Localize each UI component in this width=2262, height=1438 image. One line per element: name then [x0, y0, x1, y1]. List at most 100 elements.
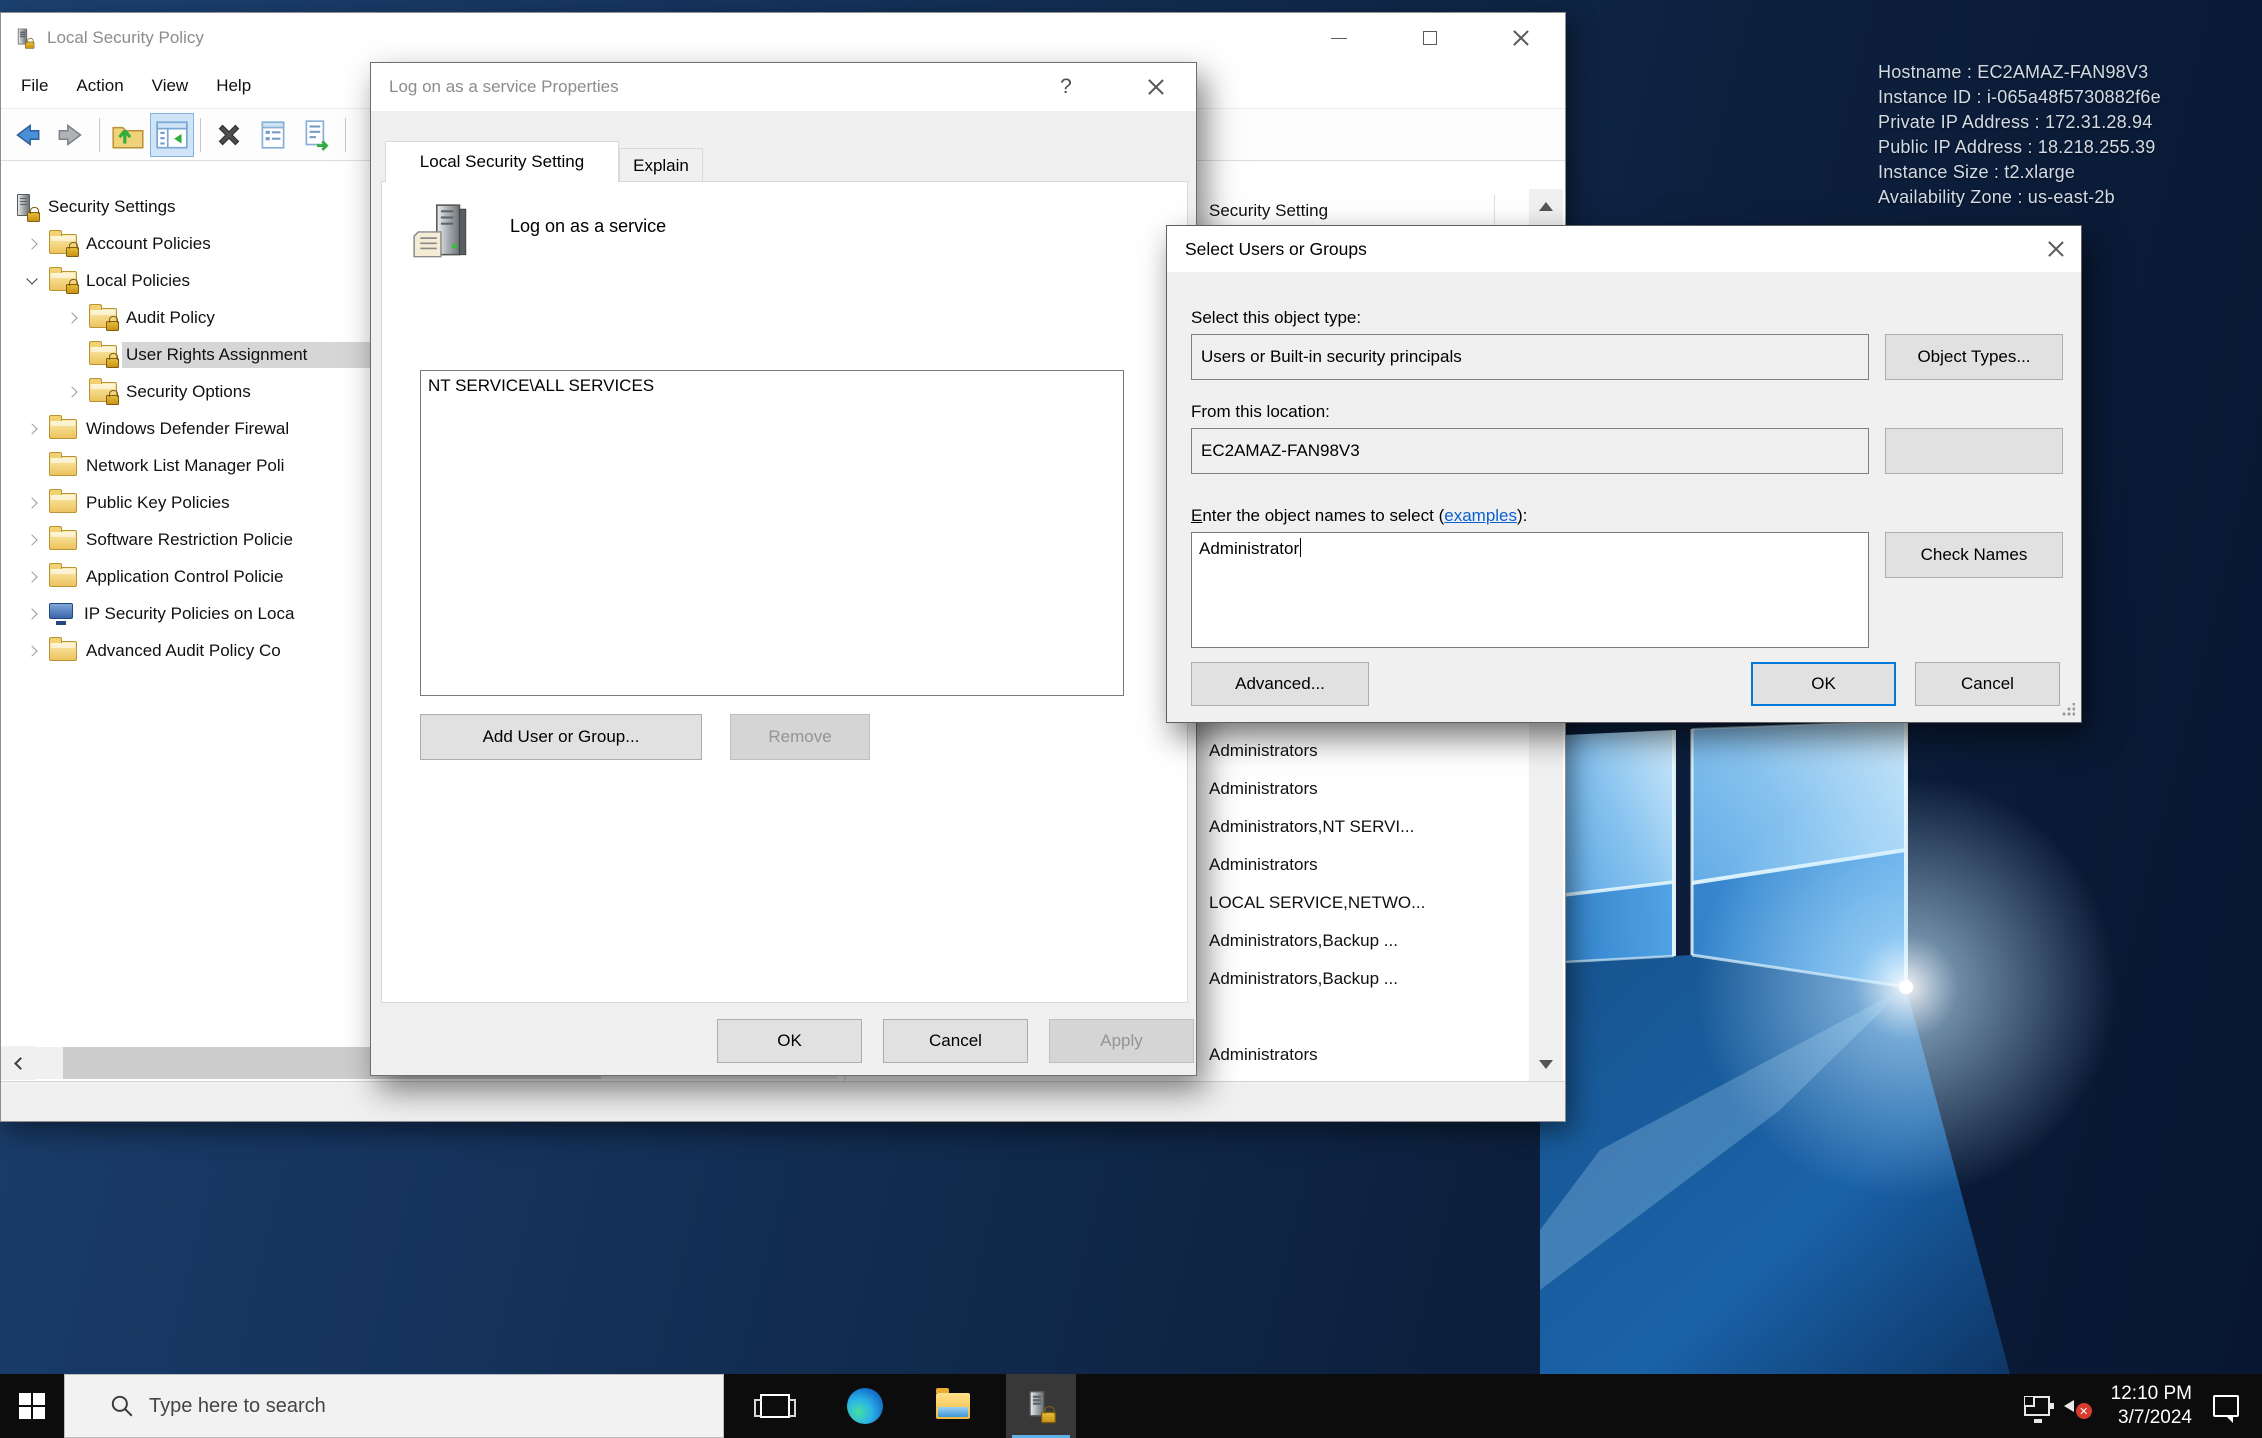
folder-icon [49, 493, 77, 513]
menu-action[interactable]: Action [62, 63, 137, 108]
expand-chevron-icon[interactable] [15, 225, 49, 262]
folder-icon [49, 419, 77, 439]
column-separator[interactable] [1494, 195, 1495, 229]
start-button[interactable] [0, 1374, 64, 1438]
taskbar-clock[interactable]: 12:10 PM 3/7/2024 [2111, 1382, 2192, 1430]
expand-chevron-icon[interactable] [15, 595, 49, 632]
dialog-title-bar[interactable]: Select Users or Groups [1167, 226, 2081, 272]
console-tree-toggle-button[interactable] [150, 113, 194, 157]
expand-chevron-icon[interactable] [55, 373, 89, 410]
examples-link[interactable]: examples [1444, 506, 1517, 525]
tree-item-label: Windows Defender Firewal [86, 419, 289, 439]
dialog-close-button[interactable] [2039, 226, 2073, 272]
mmc-app-icon [16, 29, 33, 48]
list-row[interactable]: Administrators [1209, 741, 1318, 761]
list-row[interactable]: Administrators,NT SERVI... [1209, 817, 1414, 837]
expand-chevron-icon[interactable] [15, 521, 49, 558]
dialog-title: Log on as a service Properties [389, 77, 619, 97]
scroll-down-arrow[interactable] [1529, 1047, 1563, 1081]
folder-lock-icon [89, 308, 117, 328]
list-row[interactable]: Administrators [1209, 855, 1318, 875]
collapse-chevron-icon[interactable] [15, 262, 49, 299]
properties-button[interactable] [251, 113, 295, 157]
list-row[interactable]: Administrators,Backup ... [1209, 931, 1398, 951]
info-public-ip: Public IP Address : 18.218.255.39 [1878, 135, 2161, 160]
minimize-button[interactable] [1293, 13, 1384, 63]
list-row[interactable]: Administrators,Backup ... [1209, 969, 1398, 989]
check-names-button[interactable]: Check Names [1885, 532, 2063, 578]
ipsec-icon [49, 603, 75, 625]
edge-taskbar-button[interactable] [830, 1374, 900, 1438]
delete-x-icon [212, 118, 246, 152]
list-row[interactable]: LOCAL SERVICE,NETWO... [1209, 893, 1425, 913]
remove-button[interactable]: Remove [730, 714, 870, 760]
expand-chevron-icon[interactable] [15, 410, 49, 447]
text-caret [1300, 538, 1301, 557]
scroll-left-arrow[interactable] [1, 1046, 35, 1080]
properties-ok-button[interactable]: OK [717, 1019, 862, 1063]
back-button[interactable] [5, 113, 49, 157]
locations-button[interactable] [1885, 428, 2063, 474]
menu-help[interactable]: Help [202, 63, 265, 108]
expand-chevron-icon[interactable] [55, 299, 89, 336]
tab-explain[interactable]: Explain [619, 148, 703, 182]
volume-muted-tray-icon[interactable]: ✕ [2057, 1374, 2097, 1438]
resize-grip[interactable] [2061, 703, 2075, 717]
folder-lock-icon [89, 345, 117, 365]
export-list-button[interactable] [295, 113, 339, 157]
advanced-button[interactable]: Advanced... [1191, 662, 1369, 706]
policy-name-label: Log on as a service [510, 216, 666, 237]
info-availability-zone: Availability Zone : us-east-2b [1878, 185, 2161, 210]
properties-cancel-button[interactable]: Cancel [883, 1019, 1028, 1063]
task-view-button[interactable] [740, 1374, 810, 1438]
tab-page: Log on as a service NT SERVICE\ALL SERVI… [381, 181, 1188, 1003]
action-center-button[interactable] [2206, 1374, 2246, 1438]
toolbar-separator [200, 118, 201, 152]
taskbar-search-box[interactable]: Type here to search [64, 1374, 724, 1438]
folder-icon [49, 530, 77, 550]
forward-button[interactable] [49, 113, 93, 157]
menu-file[interactable]: File [1, 63, 62, 108]
system-tray: ✕ 12:10 PM 3/7/2024 [2017, 1374, 2262, 1438]
menu-view[interactable]: View [138, 63, 203, 108]
delete-button[interactable] [207, 113, 251, 157]
add-user-or-group-button[interactable]: Add User or Group... [420, 714, 702, 760]
folder-up-icon [110, 118, 146, 152]
object-names-textarea[interactable]: Administrator [1191, 532, 1869, 648]
help-button[interactable]: ? [1049, 63, 1083, 111]
main-title-bar[interactable]: Local Security Policy [1, 13, 1565, 63]
expand-chevron-icon[interactable] [15, 558, 49, 595]
security-settings-icon [15, 194, 39, 220]
export-list-icon [300, 118, 334, 152]
list-row[interactable]: Administrators [1209, 779, 1318, 799]
scroll-up-arrow[interactable] [1529, 189, 1563, 223]
policy-members-listbox[interactable]: NT SERVICE\ALL SERVICES [420, 370, 1124, 696]
tree-item-label: Account Policies [86, 234, 211, 254]
local-security-policy-taskbar-button[interactable] [1006, 1374, 1076, 1438]
object-types-button[interactable]: Object Types... [1885, 334, 2063, 380]
file-explorer-taskbar-button[interactable] [918, 1374, 988, 1438]
member-entry[interactable]: NT SERVICE\ALL SERVICES [428, 376, 654, 395]
select-ok-button[interactable]: OK [1751, 662, 1896, 706]
clock-time: 12:10 PM [2111, 1382, 2192, 1406]
column-security-setting[interactable]: Security Setting [1209, 201, 1328, 221]
properties-apply-button[interactable]: Apply [1049, 1019, 1194, 1063]
select-users-or-groups-dialog: Select Users or Groups Select this objec… [1166, 225, 2082, 723]
object-type-field[interactable]: Users or Built-in security principals [1191, 334, 1869, 380]
info-instance-size: Instance Size : t2.xlarge [1878, 160, 2161, 185]
tab-local-security-setting[interactable]: Local Security Setting [385, 141, 619, 182]
location-field[interactable]: EC2AMAZ-FAN98V3 [1191, 428, 1869, 474]
close-button[interactable] [1475, 13, 1566, 63]
expand-chevron-icon[interactable] [15, 484, 49, 521]
dialog-close-button[interactable] [1139, 63, 1173, 111]
list-row[interactable]: Administrators [1209, 1045, 1318, 1065]
toolbar-separator [345, 118, 346, 152]
search-placeholder: Type here to search [149, 1395, 326, 1418]
maximize-button[interactable] [1384, 13, 1475, 63]
object-names-value: Administrator [1199, 539, 1299, 558]
log-on-as-a-service-properties-dialog: Log on as a service Properties ? Local S… [370, 62, 1197, 1076]
expand-chevron-icon[interactable] [15, 632, 49, 669]
select-cancel-button[interactable]: Cancel [1915, 662, 2060, 706]
mmc-taskbar-icon [1027, 1391, 1055, 1421]
up-level-button[interactable] [106, 113, 150, 157]
